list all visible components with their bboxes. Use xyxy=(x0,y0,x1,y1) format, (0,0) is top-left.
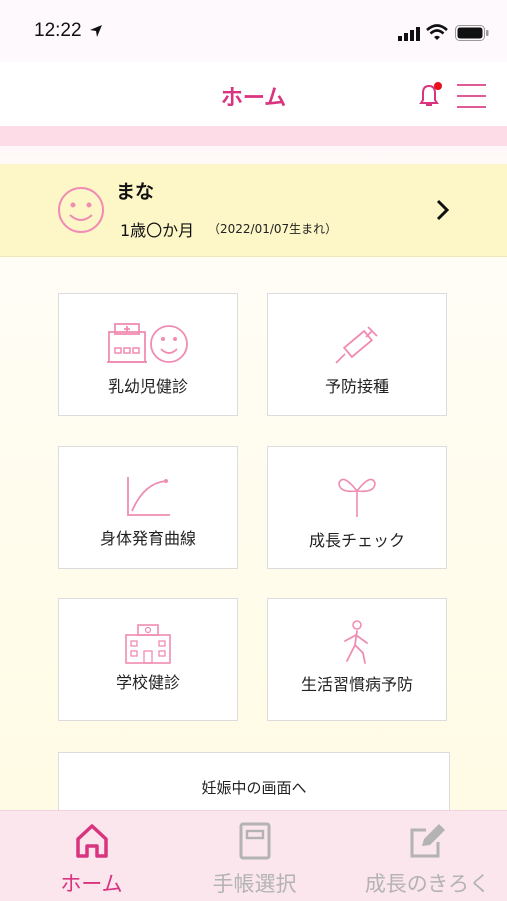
battery-icon xyxy=(455,25,489,41)
tile-vaccination[interactable]: 予防接種 xyxy=(267,293,447,416)
syringe-icon xyxy=(335,326,378,364)
hamburger-menu-icon[interactable] xyxy=(457,83,487,109)
school-icon xyxy=(125,624,171,664)
tile-school-checkup[interactable]: 学校健診 xyxy=(58,598,238,721)
sprout-icon xyxy=(338,478,376,517)
tile-label: 身体発育曲線 xyxy=(99,529,196,548)
smiley-face-icon xyxy=(58,187,104,233)
tile-label: 成長チェック xyxy=(308,531,405,550)
home-icon xyxy=(75,824,108,858)
child-age: 1歳〇か月 xyxy=(120,221,195,240)
tile-growth-check[interactable]: 成長チェック xyxy=(267,446,447,569)
location-arrow-icon xyxy=(90,25,102,37)
chevron-right-icon[interactable] xyxy=(436,199,450,221)
walking-person-icon xyxy=(344,620,368,664)
tab-label: 手帳選択 xyxy=(212,872,297,896)
growth-curve-icon xyxy=(127,477,170,516)
tab-home[interactable]: ホーム xyxy=(7,810,176,900)
status-time: 12:22 xyxy=(34,20,82,41)
wifi-icon xyxy=(426,24,448,40)
tile-label: 学校健診 xyxy=(115,673,180,692)
pregnancy-screen-label: 妊娠中の画面へ xyxy=(201,779,307,797)
tab-label: ホーム xyxy=(60,872,123,896)
tile-infant-checkup[interactable]: 乳幼児健診 xyxy=(58,293,238,416)
child-birthdate: （2022/01/07生まれ） xyxy=(208,222,338,236)
edit-icon xyxy=(410,824,445,858)
notification-bell-icon[interactable] xyxy=(416,80,446,110)
tile-growth-curve[interactable]: 身体発育曲線 xyxy=(58,446,238,569)
hospital-smiley-icon xyxy=(107,323,188,363)
notebook-icon xyxy=(239,822,270,860)
tab-notebook-select[interactable]: 手帳選択 xyxy=(170,810,339,900)
pregnancy-screen-button[interactable]: 妊娠中の画面へ xyxy=(58,752,450,812)
tile-lifestyle-disease-prevention[interactable]: 生活習慣病予防 xyxy=(267,598,447,721)
child-name: まな xyxy=(116,181,155,203)
tile-label: 乳幼児健診 xyxy=(107,377,188,396)
cellular-signal-icon xyxy=(398,27,420,41)
tile-label: 生活習慣病予防 xyxy=(300,675,413,694)
tab-growth-record[interactable]: 成長のきろく xyxy=(343,810,507,900)
header-accent-band xyxy=(0,126,507,146)
divider xyxy=(0,146,507,164)
tile-label: 予防接種 xyxy=(324,377,389,396)
tab-label: 成長のきろく xyxy=(364,872,491,896)
